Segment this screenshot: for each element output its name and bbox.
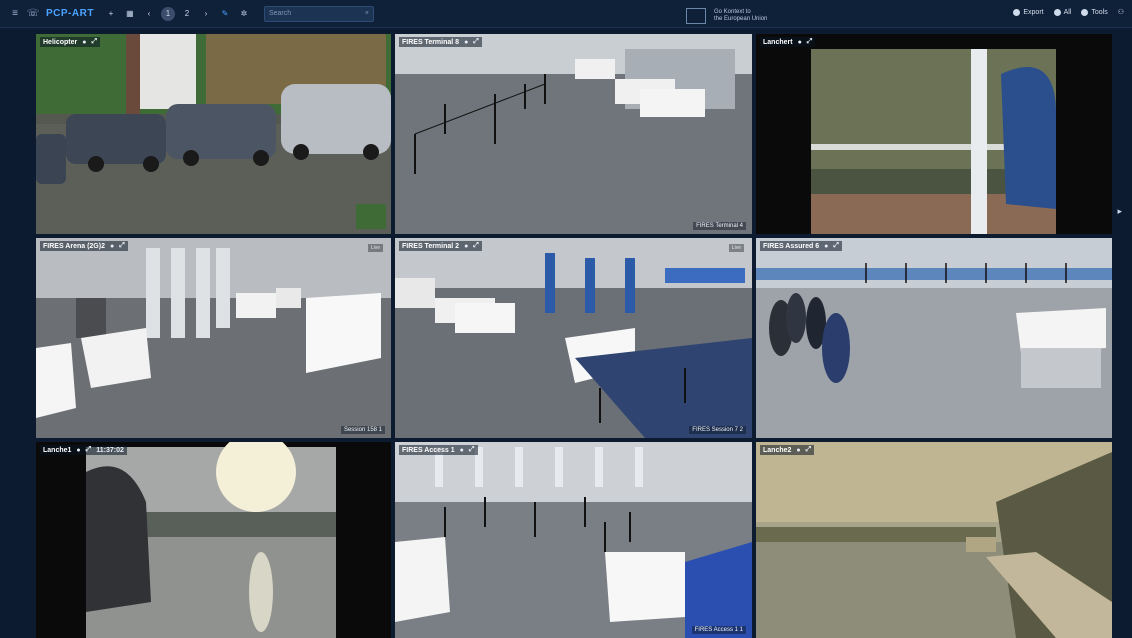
close-icon[interactable]: × <box>365 10 369 17</box>
camera-label-7: Lanche1 ● ⤢ 11:37:02 <box>40 445 127 455</box>
camera-label-4: FIRES Arena (2G)2 ● ⤢ <box>40 241 128 251</box>
camera-label-8: FIRES Access 1 ● ⤢ <box>399 445 478 455</box>
camera-tile-2[interactable]: FIRES Terminal 8 ● ⤢ FIRES Terminal 4 <box>395 34 752 234</box>
camera-tile-8[interactable]: FIRES Access 1 ● ⤢ FIRES Access 1 1 <box>395 442 752 638</box>
camera-icon[interactable]: ● <box>82 39 86 46</box>
camera-feed-9 <box>756 442 1112 638</box>
camera-footer-8: FIRES Access 1 1 <box>691 626 746 634</box>
fullscreen-icon[interactable]: ⤢ <box>833 242 839 250</box>
all-button[interactable]: All <box>1053 8 1071 16</box>
camera-label-5: FIRES Terminal 2 ● ⤢ <box>399 241 482 251</box>
camera-icon[interactable]: ● <box>824 243 828 250</box>
center-info-line1: Go Kontext to <box>714 9 751 15</box>
settings-gear-icon[interactable]: ✲ <box>237 7 251 21</box>
center-info-line2: the European Union <box>714 16 768 22</box>
tools-icon <box>1081 8 1089 16</box>
next-page-button[interactable]: › <box>199 7 213 21</box>
camera-tile-5[interactable]: FIRES Terminal 2 ● ⤢ Live FIRES Session … <box>395 238 752 438</box>
camera-tile-1[interactable]: Helicopter ● ⤢ <box>36 34 391 234</box>
export-icon <box>1013 8 1021 16</box>
fullscreen-icon[interactable]: ⤢ <box>91 38 97 46</box>
layout-grid-button[interactable]: ▦ <box>123 7 137 21</box>
all-icon <box>1053 8 1061 16</box>
camera-label-1: Helicopter ● ⤢ <box>40 37 101 47</box>
camera-label-9: Lanche2 ● ⤢ <box>760 445 815 455</box>
camera-footer-4: Session 158 1 <box>340 426 385 434</box>
camera-icon[interactable]: ● <box>798 39 802 46</box>
camera-timestamp: 11:37:02 <box>96 446 124 454</box>
camera-label-3: Lanchert ● ⤢ <box>760 37 816 47</box>
menu-icon[interactable]: ≡ <box>8 7 22 21</box>
camera-label-2: FIRES Terminal 8 ● ⤢ <box>399 37 482 47</box>
fullscreen-icon[interactable]: ⤢ <box>807 38 813 46</box>
add-button[interactable]: + <box>104 7 118 21</box>
camera-icon[interactable]: ● <box>76 447 80 454</box>
camera-icon[interactable]: ● <box>460 447 464 454</box>
user-avatar-icon[interactable]: ⚇ <box>1118 8 1124 16</box>
camera-feed-4 <box>36 238 391 438</box>
export-button[interactable]: Export <box>1013 8 1044 16</box>
camera-icon[interactable]: ● <box>796 447 800 454</box>
camera-feed-2 <box>395 34 752 234</box>
camera-feed-5 <box>395 238 752 438</box>
right-tools: Export All Tools ⚇ <box>1003 8 1124 16</box>
camera-tile-3[interactable]: Lanchert ● ⤢ <box>756 34 1112 234</box>
fullscreen-icon[interactable]: ⤢ <box>119 242 125 250</box>
camera-tag-4: Live <box>367 244 383 252</box>
camera-label-6: FIRES Assured 6 ● ⤢ <box>760 241 842 251</box>
fullscreen-icon[interactable]: ⤢ <box>473 242 479 250</box>
search-placeholder: Search <box>268 10 292 17</box>
camera-tile-7[interactable]: Lanche1 ● ⤢ 11:37:02 <box>36 442 391 638</box>
scroll-handle-icon[interactable]: ▸ <box>1117 206 1122 217</box>
camera-tag-5: Live <box>728 244 744 252</box>
camera-footer-2: FIRES Terminal 4 <box>693 222 746 230</box>
camera-icon[interactable]: ● <box>464 39 468 46</box>
search-input[interactable]: Search × <box>263 5 374 22</box>
top-toolbar: ≡ ☏ PCP-ART + ▦ ‹ 1 2 › ✎ ✲ Search × <box>0 0 1132 28</box>
camera-footer-5: FIRES Session 7 2 <box>689 426 746 434</box>
screen-icon[interactable] <box>686 8 706 24</box>
camera-tile-9[interactable]: Lanche2 ● ⤢ <box>756 442 1112 638</box>
tools-button[interactable]: Tools <box>1081 8 1108 16</box>
notification-icon[interactable]: ✎ <box>218 7 232 21</box>
app-title: PCP-ART <box>46 8 94 19</box>
camera-feed-1 <box>36 34 391 234</box>
camera-grid: Helicopter ● ⤢ FIRES Terminal 8 ● ⤢ FIRE… <box>36 34 1112 638</box>
fullscreen-icon[interactable]: ⤢ <box>473 38 479 46</box>
camera-icon[interactable]: ● <box>464 243 468 250</box>
camera-icon[interactable]: ● <box>110 243 114 250</box>
page-1-button[interactable]: 1 <box>160 6 175 21</box>
center-info: Go Kontext to the European Union <box>686 8 767 24</box>
page-2-button[interactable]: 2 <box>180 7 194 21</box>
prev-page-button[interactable]: ‹ <box>142 7 156 21</box>
camera-feed-3 <box>756 34 1112 234</box>
fullscreen-icon[interactable]: ⤢ <box>469 446 475 454</box>
camera-tile-4[interactable]: FIRES Arena (2G)2 ● ⤢ Live Session 158 1 <box>36 238 391 438</box>
camera-feed-7 <box>36 442 391 638</box>
phone-icon[interactable]: ☏ <box>26 7 40 21</box>
fullscreen-icon[interactable]: ⤢ <box>86 446 92 454</box>
toolbar-buttons: + ▦ ‹ 1 2 › ✎ ✲ <box>104 6 256 21</box>
camera-tile-6[interactable]: FIRES Assured 6 ● ⤢ <box>756 238 1112 438</box>
camera-feed-6 <box>756 238 1112 438</box>
camera-feed-8 <box>395 442 752 638</box>
fullscreen-icon[interactable]: ⤢ <box>806 446 812 454</box>
